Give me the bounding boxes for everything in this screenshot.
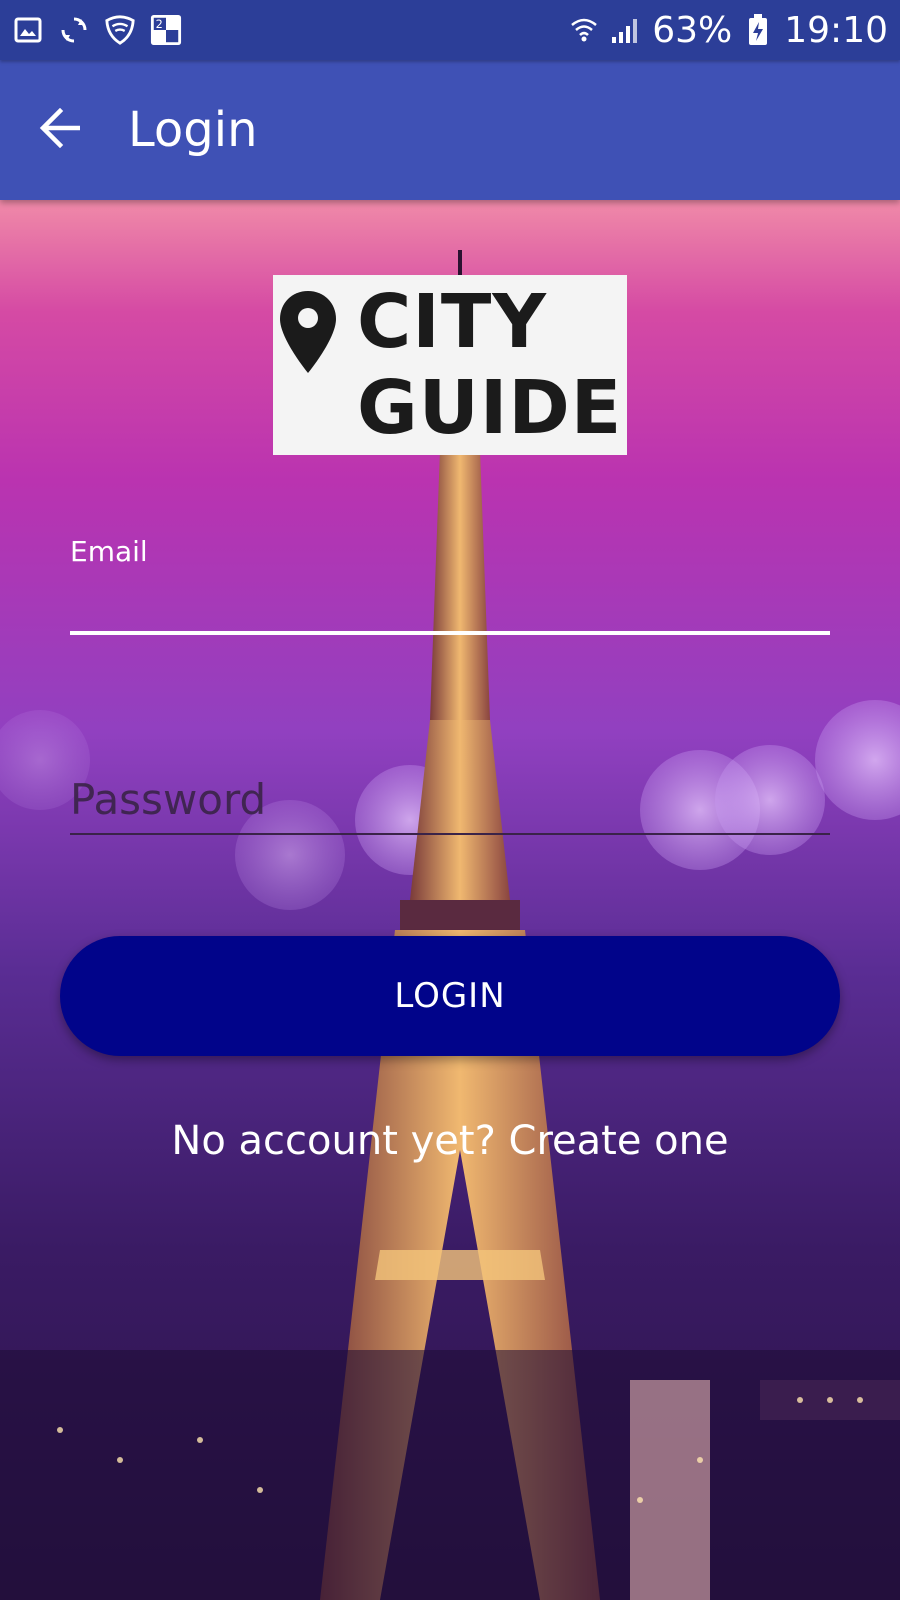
gallery-icon <box>12 14 44 46</box>
calendar-icon: 2 <box>150 14 182 46</box>
logo-text: CITY GUIDE <box>357 279 622 451</box>
page-title: Login <box>128 102 258 158</box>
logo-line-1: CITY <box>357 279 547 365</box>
logo-line-2: GUIDE <box>357 365 623 451</box>
shield-icon <box>104 14 136 46</box>
status-bar: 2 63% 19:10 <box>0 0 900 60</box>
signal-icon <box>610 14 642 46</box>
email-label: Email <box>70 535 148 568</box>
wifi-icon <box>568 14 600 46</box>
clock: 19:10 <box>784 9 888 51</box>
status-icons-right: 63% 19:10 <box>568 10 888 51</box>
status-icons-left: 2 <box>12 14 182 46</box>
password-field[interactable] <box>70 765 830 835</box>
arrow-left-icon <box>38 107 82 152</box>
create-account-link[interactable]: No account yet? Create one <box>0 1118 900 1164</box>
svg-text:2: 2 <box>156 18 163 31</box>
city-guide-logo: CITY GUIDE <box>273 275 627 455</box>
map-pin-icon <box>273 275 343 455</box>
sync-icon <box>58 14 90 46</box>
back-button[interactable] <box>30 100 90 160</box>
battery-icon <box>742 14 774 46</box>
login-button[interactable]: LOGIN <box>60 936 840 1056</box>
email-field[interactable] <box>70 575 830 635</box>
app-bar: Login <box>0 60 900 200</box>
battery-percent: 63% <box>652 9 733 51</box>
